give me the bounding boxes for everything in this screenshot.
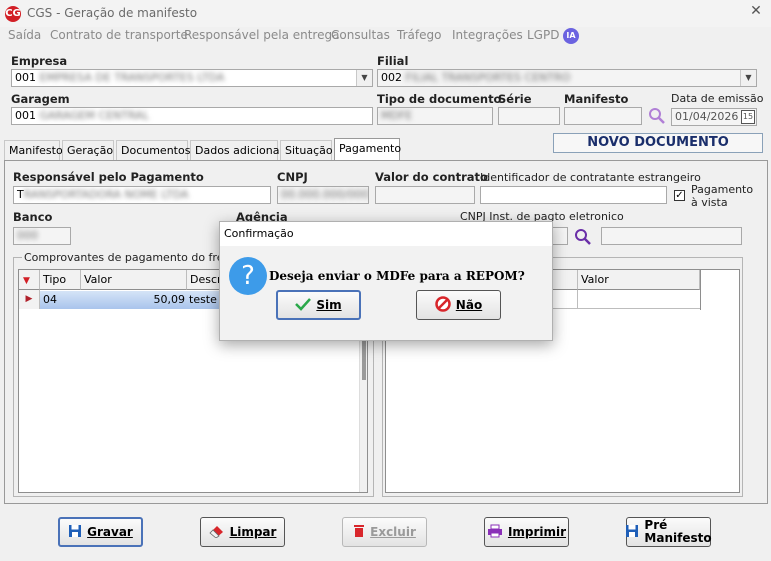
filial-label: Filial bbox=[377, 54, 409, 68]
gravar-label: Gravar bbox=[87, 525, 133, 539]
tab-situacao[interactable]: Situação bbox=[280, 140, 333, 160]
pagamento-vista-checkbox[interactable]: ✓ bbox=[674, 190, 685, 201]
menu-item-consultas[interactable]: Consultas bbox=[331, 28, 390, 42]
responsavel-label: Responsável pelo Pagamento bbox=[13, 170, 204, 184]
limpar-label: Limpar bbox=[229, 525, 277, 539]
menu-bar: Saída Contrato de transporte Responsável… bbox=[0, 27, 771, 47]
empresa-label: Empresa bbox=[11, 54, 68, 68]
chevron-down-icon[interactable]: ▼ bbox=[740, 70, 756, 86]
search-icon[interactable] bbox=[574, 228, 592, 246]
pre-manifesto-label: Pré Manifesto bbox=[644, 518, 712, 545]
search-icon[interactable] bbox=[648, 107, 666, 125]
trash-icon bbox=[353, 524, 365, 541]
dialog-title: Confirmação bbox=[220, 222, 552, 246]
manifesto-label: Manifesto bbox=[564, 92, 629, 106]
dialog-message: Deseja enviar o MDFe para a REPOM? bbox=[269, 269, 525, 283]
save-icon bbox=[68, 524, 82, 541]
garagem-value: 001 bbox=[15, 109, 36, 122]
id-estrangeiro-field[interactable] bbox=[480, 186, 667, 204]
no-entry-icon bbox=[435, 295, 451, 315]
pagamento-vista-label: Pagamento à vista bbox=[691, 183, 754, 209]
grid-menu-icon[interactable]: ▼ bbox=[19, 270, 40, 290]
imprimir-label: Imprimir bbox=[507, 525, 567, 539]
tab-pagamento[interactable]: Pagamento bbox=[334, 138, 401, 161]
cell-valor: 50,09 bbox=[153, 293, 186, 306]
calendar-icon[interactable]: 15 bbox=[741, 110, 755, 124]
tipo-documento-label: Tipo de documento bbox=[377, 92, 502, 106]
comprovantes-label: Comprovantes de pagamento do frete bbox=[22, 251, 237, 264]
sim-button[interactable]: Sim bbox=[276, 290, 361, 320]
menu-item-contrato[interactable]: Contrato de transporte bbox=[50, 28, 188, 42]
menu-item-responsavel[interactable]: Responsável pela entrega bbox=[184, 28, 339, 42]
empresa-select[interactable]: 001 EMPRESA DE TRANSPORTES LTDA ▼ bbox=[11, 69, 373, 87]
id-estrangeiro-label: Identificador de contratante estrangeiro bbox=[480, 171, 701, 184]
responsavel-value: T bbox=[17, 188, 24, 201]
window-title: CGS - Geração de manifesto bbox=[27, 6, 198, 20]
banco-field[interactable]: 000 bbox=[13, 227, 71, 245]
question-icon: ? bbox=[229, 257, 267, 295]
nao-button[interactable]: Não bbox=[416, 290, 501, 320]
cell-tipo: 04 bbox=[43, 293, 57, 306]
manifesto-field[interactable] bbox=[564, 107, 642, 125]
menu-item-saida[interactable]: Saída bbox=[8, 28, 41, 42]
garagem-field[interactable]: 001 GARAGEM CENTRAL bbox=[11, 107, 373, 125]
sim-label: Sim bbox=[316, 298, 342, 312]
serie-label: Série bbox=[498, 92, 532, 106]
empresa-value: 001 bbox=[15, 71, 36, 84]
tipo-documento-select[interactable]: MDFE bbox=[377, 107, 493, 125]
tab-geracao[interactable]: Geração bbox=[62, 140, 114, 160]
eraser-icon bbox=[208, 524, 225, 541]
column-header-tipo[interactable]: Tipo bbox=[40, 270, 81, 290]
pre-manifesto-button[interactable]: Pré Manifesto bbox=[625, 517, 712, 547]
document-status: NOVO DOCUMENTO bbox=[553, 133, 763, 153]
excluir-button[interactable]: Excluir bbox=[342, 517, 427, 547]
tab-dados-adicionais[interactable]: Dados adicionais bbox=[190, 140, 288, 160]
nao-label: Não bbox=[455, 298, 483, 312]
cell-descricao: teste bbox=[189, 293, 217, 306]
banco-label: Banco bbox=[13, 210, 53, 224]
filial-select[interactable]: 002 FILIAL TRANSPORTES CENTRO ▼ bbox=[377, 69, 757, 87]
limpar-button[interactable]: Limpar bbox=[200, 517, 285, 547]
garagem-label: Garagem bbox=[11, 92, 70, 106]
column-header-valor-right[interactable]: Valor bbox=[578, 270, 700, 290]
menu-item-trafego[interactable]: Tráfego bbox=[397, 28, 441, 42]
filial-value: 002 bbox=[381, 71, 402, 84]
cnpj-inst-name-field[interactable] bbox=[601, 227, 742, 245]
menu-item-integracoes[interactable]: Integrações bbox=[452, 28, 523, 42]
row-indicator-icon: ▶ bbox=[19, 290, 40, 309]
imprimir-button[interactable]: Imprimir bbox=[484, 517, 569, 547]
data-emissao-label: Data de emissão bbox=[671, 92, 764, 105]
confirmation-dialog: Confirmação ? Deseja enviar o MDFe para … bbox=[219, 221, 553, 341]
data-emissao-field[interactable]: 01/04/2026 15 bbox=[671, 108, 757, 126]
title-bar: CG CGS - Geração de manifesto ✕ bbox=[0, 0, 771, 28]
excluir-label: Excluir bbox=[370, 525, 416, 539]
tab-documentos[interactable]: Documentos bbox=[116, 140, 190, 160]
valor-contrato-label: Valor do contrato bbox=[375, 170, 488, 184]
check-icon bbox=[295, 297, 312, 314]
gravar-button[interactable]: Gravar bbox=[58, 517, 143, 547]
chevron-down-icon[interactable]: ▼ bbox=[356, 70, 372, 86]
ia-badge[interactable]: IA bbox=[563, 28, 579, 44]
valor-contrato-field[interactable] bbox=[375, 186, 475, 204]
printer-icon bbox=[487, 524, 503, 541]
close-icon[interactable]: ✕ bbox=[748, 3, 764, 19]
save-icon bbox=[625, 524, 639, 541]
column-header-valor[interactable]: Valor bbox=[81, 270, 187, 290]
tab-manifesto[interactable]: Manifesto bbox=[4, 140, 63, 160]
data-emissao-value: 01/04/2026 bbox=[675, 110, 739, 123]
cnpj-field[interactable]: 00.000.000/0001 bbox=[277, 186, 369, 204]
tab-bar: Manifesto Geração Documentos Dados adici… bbox=[4, 138, 404, 161]
menu-item-lgpd[interactable]: LGPD bbox=[527, 28, 559, 42]
responsavel-field[interactable]: TRANSPORTADORA NOME LTDA bbox=[13, 186, 271, 204]
cnpj-label: CNPJ bbox=[277, 170, 308, 184]
serie-field[interactable] bbox=[498, 107, 560, 125]
app-logo: CG bbox=[5, 6, 21, 22]
